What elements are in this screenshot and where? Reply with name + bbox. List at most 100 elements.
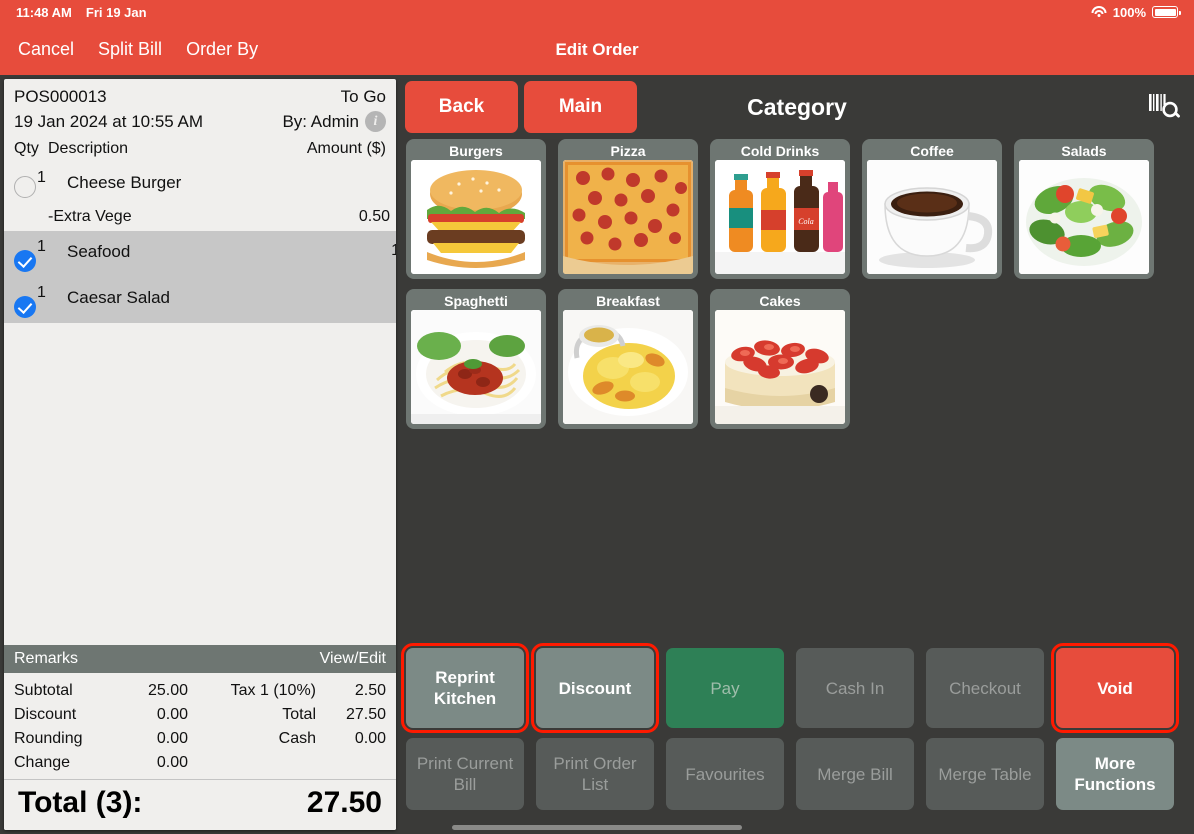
barcode-scan-icon[interactable] (1146, 89, 1182, 125)
category-title: Category (747, 93, 847, 120)
totals-row: Rounding 0.00 Cash 0.00 (14, 727, 386, 751)
action-row-2: Print Current Bill Print Order List Favour… (406, 738, 1188, 810)
item-amount: 0.50 (358, 208, 390, 225)
item-checkbox-unchecked[interactable] (14, 176, 36, 198)
totals-left-value: 0.00 (156, 706, 188, 723)
item-description: -Extra Vege (48, 208, 132, 225)
totals-row: Discount 0.00 Total 27.50 (14, 703, 386, 727)
action-button-merge-bill: Merge Bill (796, 738, 914, 810)
remarks-label: Remarks (14, 650, 79, 667)
totals-left-value: 0.00 (156, 754, 188, 771)
action-button-favourites: Favourites (666, 738, 784, 810)
status-date: Fri 19 Jan (85, 4, 147, 20)
item-qty: 1 (37, 284, 46, 301)
totals-right-label: Tax 1 (10%) (230, 682, 316, 699)
order-item-row[interactable]: 1 Caesar Salad (4, 277, 396, 323)
totals-right-value: 0.00 (354, 730, 386, 747)
item-qty: 1 (37, 238, 46, 255)
column-description: Description (48, 140, 129, 157)
item-amount: 1 (391, 242, 396, 259)
totals-right-value (320, 751, 386, 775)
category-image (563, 160, 693, 274)
item-description: Seafood (67, 242, 131, 261)
split-bill-button[interactable]: Split Bill (98, 39, 162, 60)
action-button-print-order-list: Print Order List (536, 738, 654, 810)
order-totals: Subtotal 25.00 Tax 1 (10%) 2.50 Discount 0.00… (4, 673, 396, 779)
category-tile[interactable]: Spaghetti (406, 289, 546, 429)
category-tile[interactable]: Burgers (406, 139, 546, 279)
action-button-more-functions[interactable]: More Functions (1056, 738, 1174, 810)
status-time: 11:48 AM (16, 4, 72, 20)
column-amount: Amount ($) (306, 140, 386, 157)
grand-total-value: 27.50 (306, 786, 382, 819)
action-row-1: Reprint Kitchen Discount Pay Cash In Checkou… (401, 643, 1188, 733)
item-qty: 1 (37, 169, 46, 186)
category-label: Spaghetti (444, 293, 508, 309)
item-description: Caesar Salad (67, 288, 171, 307)
order-id: POS000013 (14, 87, 107, 106)
action-button-reprint-kitchen[interactable]: Reprint Kitchen (401, 643, 529, 733)
content-toolbar: Back Main Category (400, 75, 1194, 139)
order-header: POS000013 To Go 19 Jan 2024 at 10:55 AM … (4, 79, 396, 132)
action-button-checkout: Checkout (926, 648, 1044, 728)
wifi-icon (1091, 6, 1107, 18)
category-label: Cakes (759, 293, 801, 309)
category-image (563, 310, 693, 424)
category-tile[interactable]: Salads (1014, 139, 1154, 279)
totals-row: Subtotal 25.00 Tax 1 (10%) 2.50 (14, 679, 386, 703)
category-tile[interactable]: Pizza (558, 139, 698, 279)
order-datetime: 19 Jan 2024 at 10:55 AM (14, 111, 204, 131)
battery-percent: 100% (1112, 4, 1146, 20)
action-button-pay[interactable]: Pay (666, 648, 784, 728)
category-label: Pizza (610, 143, 646, 159)
column-qty: Qty (14, 140, 39, 157)
totals-left-value: 0.00 (156, 730, 188, 747)
main-button[interactable]: Main (524, 81, 637, 133)
order-items-list: 1 Cheese Burger -Extra Vege 0.50 1 Seafood 1 1 C… (4, 162, 396, 645)
order-columns-header: Qty Description Amount ($) (4, 132, 396, 162)
category-tile[interactable]: Cakes (710, 289, 850, 429)
category-label: Burgers (449, 143, 503, 159)
totals-right-label: Total (282, 706, 316, 723)
category-image: Cola (715, 160, 845, 274)
totals-left-label: Rounding (14, 730, 83, 747)
order-type: To Go (340, 87, 386, 106)
totals-left-label: Change (14, 754, 71, 771)
nav-bar: Cancel Split Bill Order By Edit Order (0, 24, 1194, 75)
totals-left-value: 25.00 (147, 682, 188, 699)
totals-right-value: 27.50 (345, 706, 386, 723)
action-button-print-current-bill: Print Current Bill (406, 738, 524, 810)
cancel-button[interactable]: Cancel (18, 39, 74, 60)
category-tile[interactable]: Cold Drinks Cola (710, 139, 850, 279)
order-item-modifier[interactable]: -Extra Vege 0.50 (4, 203, 396, 231)
item-checkbox-checked[interactable] (14, 250, 36, 272)
category-tile[interactable]: Coffee (862, 139, 1002, 279)
action-buttons: Reprint Kitchen Discount Pay Cash In Checkou… (400, 643, 1194, 818)
home-indicator (452, 825, 742, 830)
order-by: By: Admin (282, 111, 359, 131)
category-label: Cold Drinks (740, 143, 820, 159)
action-button-discount[interactable]: Discount (531, 643, 659, 733)
totals-right-label (188, 751, 320, 775)
svg-text:Cola: Cola (798, 217, 814, 226)
grand-total-row: Total (3): 27.50 (4, 779, 396, 830)
category-grid: Burgers Pizza Cold Drinks Cola Coffee Salads S… (400, 139, 1194, 429)
order-by-button[interactable]: Order By (186, 39, 258, 60)
order-item-row[interactable]: 1 Seafood 1 (4, 231, 396, 277)
totals-left-label: Subtotal (14, 682, 73, 699)
action-button-void[interactable]: Void (1051, 643, 1179, 733)
order-item-row[interactable]: 1 Cheese Burger (4, 162, 396, 203)
action-button-cash-in: Cash In (796, 648, 914, 728)
back-button[interactable]: Back (405, 81, 518, 133)
remarks-bar[interactable]: Remarks View/Edit (4, 645, 396, 673)
totals-left-label: Discount (14, 706, 77, 723)
remarks-view-edit-button[interactable]: View/Edit (320, 650, 386, 668)
info-icon[interactable]: i (365, 111, 386, 132)
category-label: Salads (1061, 143, 1107, 159)
grand-total-label: Total (3): (18, 786, 143, 819)
action-button-merge-table: Merge Table (926, 738, 1044, 810)
category-tile[interactable]: Breakfast (558, 289, 698, 429)
status-bar: 11:48 AM Fri 19 Jan 100% (0, 0, 1194, 24)
category-image (411, 160, 541, 274)
item-checkbox-checked[interactable] (14, 296, 36, 318)
